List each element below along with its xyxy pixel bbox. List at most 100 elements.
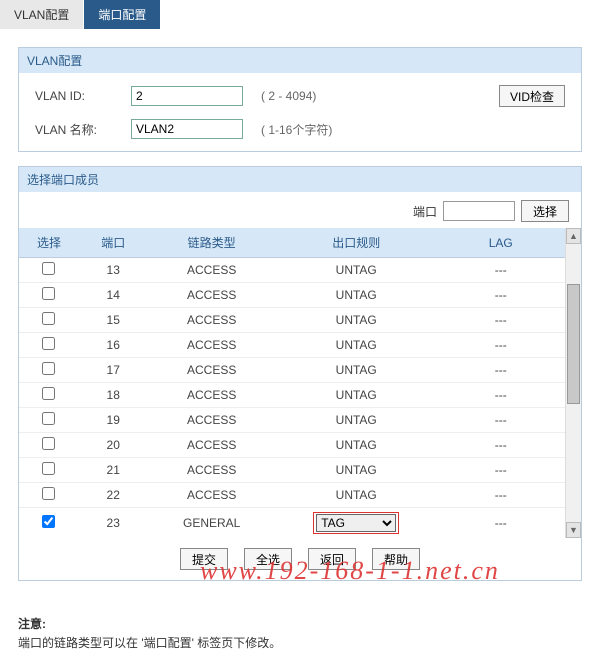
egress-rule-select[interactable]: TAGUNTAG [316,514,396,532]
tabs: VLAN配置 端口配置 [0,0,600,29]
vlan-id-label: VLAN ID: [35,89,131,103]
table-row: 16ACCESSUNTAG--- [19,333,565,358]
row-checkbox[interactable] [42,462,55,475]
cell-port: 23 [79,508,148,539]
cell-lag: --- [437,258,566,283]
cell-egress-rule: UNTAG [276,333,437,358]
table-row: 22ACCESSUNTAG--- [19,483,565,508]
cell-egress-rule: UNTAG [276,258,437,283]
cell-link-type: GENERAL [147,508,275,539]
note-text: 端口的链路类型可以在 '端口配置' 标签页下修改。 [18,634,582,651]
col-port: 端口 [79,228,148,258]
port-filter-input[interactable] [443,201,515,221]
col-egress-rule: 出口规则 [276,228,437,258]
cell-lag: --- [437,433,566,458]
cell-port: 21 [79,458,148,483]
cell-egress-rule: UNTAG [276,408,437,433]
back-button[interactable]: 返回 [308,548,356,570]
cell-port: 22 [79,483,148,508]
col-select: 选择 [19,228,79,258]
cell-port: 13 [79,258,148,283]
table-row: 13ACCESSUNTAG--- [19,258,565,283]
cell-egress-rule: UNTAG [276,483,437,508]
cell-link-type: ACCESS [147,308,275,333]
cell-port: 20 [79,433,148,458]
scroll-up-icon[interactable]: ▲ [566,228,581,244]
port-member-section: 选择端口成员 端口 选择 选择 端口 链路类型 出口规则 LAG [18,166,582,581]
table-row: 23GENERAL TAGUNTAG --- [19,508,565,539]
row-checkbox[interactable] [42,515,55,528]
cell-lag: --- [437,333,566,358]
row-checkbox[interactable] [42,437,55,450]
row-checkbox[interactable] [42,262,55,275]
col-link-type: 链路类型 [147,228,275,258]
vid-check-button[interactable]: VID检查 [499,85,565,107]
cell-egress-rule: UNTAG [276,358,437,383]
cell-lag: --- [437,508,566,539]
note-title: 注意: [18,615,582,632]
port-section-title: 选择端口成员 [19,167,581,192]
vlan-name-hint: ( 1-16个字符) [261,121,332,138]
cell-link-type: ACCESS [147,483,275,508]
cell-egress-rule: UNTAG [276,458,437,483]
cell-port: 19 [79,408,148,433]
scroll-down-icon[interactable]: ▼ [566,522,581,538]
row-checkbox[interactable] [42,337,55,350]
vlan-id-hint: ( 2 - 4094) [261,89,316,103]
cell-link-type: ACCESS [147,408,275,433]
cell-link-type: ACCESS [147,283,275,308]
cell-lag: --- [437,383,566,408]
vlan-id-input[interactable] [131,86,243,106]
cell-link-type: ACCESS [147,258,275,283]
table-row: 20ACCESSUNTAG--- [19,433,565,458]
row-checkbox[interactable] [42,487,55,500]
vlan-name-label: VLAN 名称: [35,121,131,138]
table-row: 18ACCESSUNTAG--- [19,383,565,408]
cell-port: 17 [79,358,148,383]
cell-lag: --- [437,358,566,383]
help-button[interactable]: 帮助 [372,548,420,570]
tab-vlan-config[interactable]: VLAN配置 [0,0,84,29]
tab-port-config[interactable]: 端口配置 [84,0,161,29]
table-row: 14ACCESSUNTAG--- [19,283,565,308]
cell-egress-rule: TAGUNTAG [276,508,437,539]
cell-link-type: ACCESS [147,358,275,383]
submit-button[interactable]: 提交 [180,548,228,570]
port-select-button[interactable]: 选择 [521,200,569,222]
select-all-button[interactable]: 全选 [244,548,292,570]
row-checkbox[interactable] [42,412,55,425]
cell-egress-rule: UNTAG [276,283,437,308]
cell-egress-rule: UNTAG [276,383,437,408]
cell-egress-rule: UNTAG [276,433,437,458]
cell-lag: --- [437,458,566,483]
table-scrollbar[interactable]: ▲ ▼ [565,228,581,538]
cell-lag: --- [437,283,566,308]
table-row: 15ACCESSUNTAG--- [19,308,565,333]
port-filter-label: 端口 [413,203,437,220]
row-checkbox[interactable] [42,387,55,400]
cell-lag: --- [437,483,566,508]
cell-port: 16 [79,333,148,358]
note-section: 注意: 端口的链路类型可以在 '端口配置' 标签页下修改。 [18,615,582,651]
row-checkbox[interactable] [42,287,55,300]
cell-link-type: ACCESS [147,383,275,408]
cell-port: 15 [79,308,148,333]
cell-lag: --- [437,308,566,333]
cell-lag: --- [437,408,566,433]
cell-link-type: ACCESS [147,333,275,358]
vlan-config-section: VLAN配置 VLAN ID: ( 2 - 4094) VID检查 VLAN 名… [18,47,582,152]
table-row: 17ACCESSUNTAG--- [19,358,565,383]
cell-link-type: ACCESS [147,433,275,458]
row-checkbox[interactable] [42,312,55,325]
cell-port: 14 [79,283,148,308]
cell-egress-rule: UNTAG [276,308,437,333]
cell-port: 18 [79,383,148,408]
table-row: 19ACCESSUNTAG--- [19,408,565,433]
vlan-name-input[interactable] [131,119,243,139]
scroll-thumb[interactable] [567,284,580,404]
col-lag: LAG [437,228,566,258]
port-table: 选择 端口 链路类型 出口规则 LAG 13ACCESSUNTAG---14AC… [19,228,565,538]
cell-link-type: ACCESS [147,458,275,483]
table-row: 21ACCESSUNTAG--- [19,458,565,483]
row-checkbox[interactable] [42,362,55,375]
